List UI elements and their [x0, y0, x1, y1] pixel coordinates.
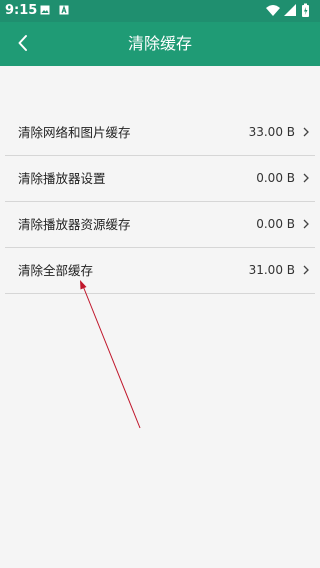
chevron-right-icon	[303, 219, 309, 229]
signal-icon	[284, 4, 296, 16]
app-bar: 清除缓存	[0, 22, 320, 66]
list-item-value: 0.00 B	[256, 217, 295, 231]
font-icon	[59, 5, 69, 15]
back-button[interactable]	[8, 28, 38, 58]
list-item-value: 31.00 B	[248, 263, 295, 277]
list-item-value: 0.00 B	[256, 171, 295, 185]
battery-icon	[302, 3, 309, 17]
list-item-label: 清除播放器资源缓存	[18, 217, 131, 232]
chevron-right-icon	[303, 265, 309, 275]
clear-network-image-cache-item[interactable]: 清除网络和图片缓存 33.00 B	[5, 110, 315, 156]
list-item-label: 清除全部缓存	[18, 263, 94, 278]
list-item-value: 33.00 B	[248, 125, 295, 139]
clear-player-settings-item[interactable]: 清除播放器设置 0.00 B	[5, 156, 315, 202]
clear-all-cache-item[interactable]: 清除全部缓存 31.00 B	[5, 248, 315, 294]
screen: 9:15 清除缓存 清除网络和图片缓存 33.00 B 清除播放器设置 0.00…	[0, 0, 320, 568]
wifi-icon	[266, 5, 280, 16]
status-indicators	[266, 3, 309, 17]
chevron-right-icon	[303, 127, 309, 137]
list-item-label: 清除播放器设置	[18, 171, 106, 186]
back-chevron-icon	[18, 35, 27, 51]
image-icon	[40, 5, 50, 15]
page-title: 清除缓存	[127, 34, 192, 53]
chevron-right-icon	[303, 173, 309, 183]
list-item-label: 清除网络和图片缓存	[18, 125, 131, 140]
status-bar: 9:15	[0, 0, 320, 22]
cache-list: 清除网络和图片缓存 33.00 B 清除播放器设置 0.00 B 清除播放器资源…	[0, 110, 320, 294]
status-time: 9:15	[5, 3, 38, 18]
clear-player-resource-cache-item[interactable]: 清除播放器资源缓存 0.00 B	[5, 202, 315, 248]
